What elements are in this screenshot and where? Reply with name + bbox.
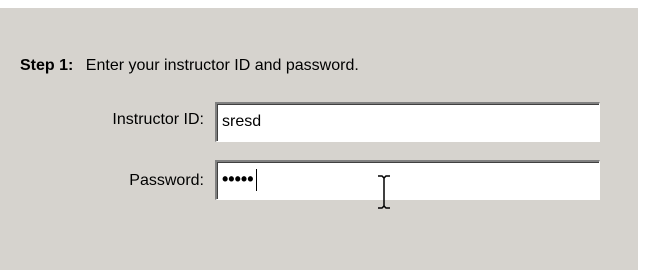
- step-instruction: Step 1: Enter your instructor ID and pas…: [20, 57, 359, 75]
- password-field[interactable]: •••••: [215, 160, 600, 200]
- instructor-id-value: sresd: [222, 113, 262, 130]
- instructor-id-label: Instructor ID:: [112, 111, 204, 128]
- step-text: Enter your instructor ID and password.: [85, 57, 359, 74]
- password-label: Password:: [129, 172, 204, 189]
- text-caret: [255, 168, 257, 191]
- instructor-id-field[interactable]: sresd: [215, 102, 600, 142]
- text-cursor-icon: [378, 175, 390, 209]
- password-masked-value: •••••: [222, 169, 254, 189]
- login-panel: Step 1: Enter your instructor ID and pas…: [0, 8, 638, 270]
- step-label: Step 1:: [20, 57, 74, 74]
